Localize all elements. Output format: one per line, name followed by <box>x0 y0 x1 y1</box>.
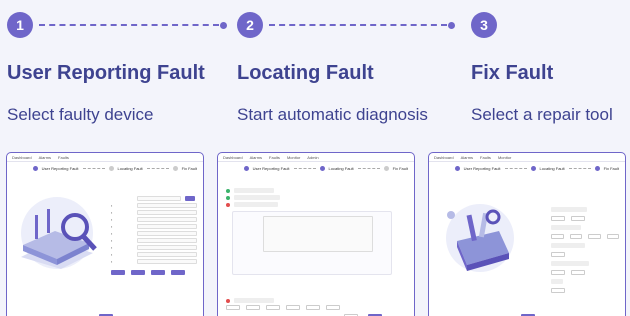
step-2-connector <box>269 24 447 26</box>
step-3-number: 3 <box>471 12 497 38</box>
diagnosis-list <box>226 187 406 311</box>
step-1-connector <box>39 24 219 26</box>
step-2-connector-dot <box>448 21 455 29</box>
step-1-title: User Reporting Fault <box>7 62 205 84</box>
step-1-number: 1 <box>7 12 33 38</box>
toolbox-illustration-icon <box>446 204 514 272</box>
panel-nav: Dashboard Alarms Faults Monitor Admin <box>218 153 414 162</box>
panel-user-reporting[interactable]: Dashboard Alarms Faults User Reporting F… <box>6 152 204 316</box>
panel-progress: User Reporting Fault Locating Fault Fix Fa… <box>7 162 203 174</box>
device-form: ▪ ▪ ▪ ▪ ▪ ▪ ▪ ▪ ▪ <box>111 195 199 276</box>
router-illustration-icon <box>21 197 97 269</box>
step-1-subtitle: Select faulty device <box>7 105 154 124</box>
panel-progress: User Reporting Fault Locating Fault Fix Fa… <box>429 162 625 174</box>
step-3-title: Fix Fault <box>471 62 554 84</box>
panel-fix-fault[interactable]: Dashboard Alarms Faults Monitor User Report… <box>428 152 626 316</box>
step-3-header: 3 <box>471 12 497 38</box>
repair-tool-options <box>551 207 621 294</box>
step-2-header: 2 <box>237 12 455 38</box>
step-1-header: 1 <box>7 12 227 38</box>
step-1-connector-dot <box>220 21 227 29</box>
panel-nav: Dashboard Alarms Faults Monitor <box>429 153 625 162</box>
step-2-title: Locating Fault <box>237 62 374 84</box>
panel-locating-fault[interactable]: Dashboard Alarms Faults Monitor Admin User R… <box>217 152 415 316</box>
panel-nav: Dashboard Alarms Faults <box>7 153 203 162</box>
step-3-subtitle: Select a repair tool <box>471 105 613 124</box>
panel-progress: User Reporting Fault Locating Fault Fix Fa… <box>218 162 414 174</box>
step-2-subtitle: Start automatic diagnosis <box>237 105 428 124</box>
step-2-number: 2 <box>237 12 263 38</box>
